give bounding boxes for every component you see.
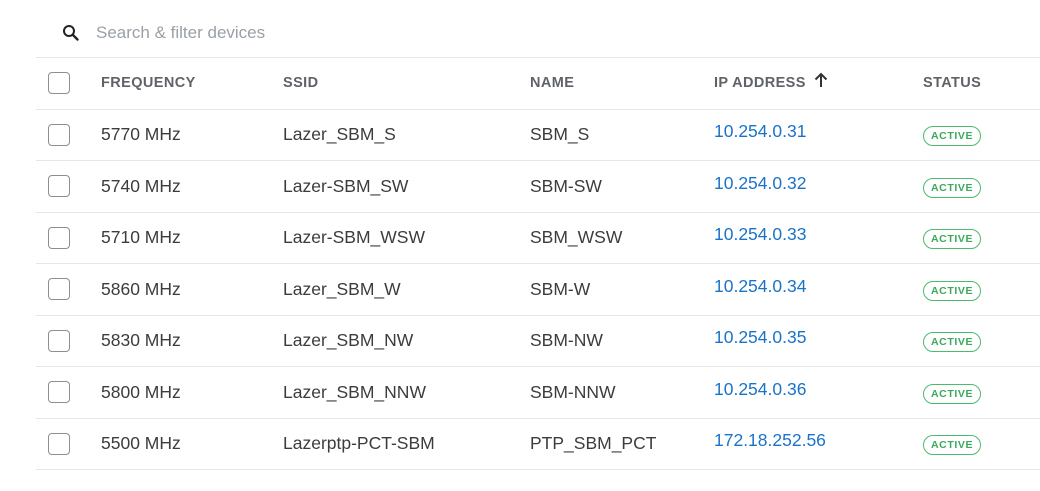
cell-name: SBM-NW: [530, 330, 603, 351]
select-all-checkbox[interactable]: [48, 72, 70, 95]
cell-ip: 10.254.0.33: [714, 212, 923, 264]
arrow-up-icon[interactable]: [814, 72, 828, 92]
cell-ssid: Lazer-SBM_WSW: [283, 227, 425, 248]
table-row[interactable]: 5800 MHz Lazer_SBM_NNW SBM-NNW 10.254.0.…: [36, 367, 1040, 419]
cell-frequency: 5710 MHz: [101, 227, 181, 248]
table-row[interactable]: 5710 MHz Lazer-SBM_WSW SBM_WSW 10.254.0.…: [36, 212, 1040, 264]
row-checkbox[interactable]: [48, 432, 70, 455]
table-row[interactable]: 5500 MHz Lazerptp-PCT-SBM PTP_SBM_PCT 17…: [36, 418, 1040, 470]
status-badge: ACTIVE: [923, 177, 982, 198]
header-status[interactable]: STATUS: [923, 58, 1040, 109]
table-row[interactable]: 5830 MHz Lazer_SBM_NW SBM-NW 10.254.0.35…: [36, 315, 1040, 367]
cell-name: PTP_SBM_PCT: [530, 433, 657, 454]
row-select-cell: [36, 109, 101, 161]
cell-name: SBM_WSW: [530, 227, 623, 248]
cell-frequency: 5500 MHz: [101, 433, 181, 454]
status-badge: ACTIVE: [923, 126, 982, 147]
cell-status: ACTIVE: [923, 418, 1040, 470]
cell-ip: 10.254.0.34: [714, 264, 923, 316]
cell-ip: 10.254.0.35: [714, 315, 923, 367]
row-select-cell: [36, 315, 101, 367]
status-badge: ACTIVE: [923, 383, 982, 404]
table-row[interactable]: 5740 MHz Lazer-SBM_SW SBM-SW 10.254.0.32…: [36, 161, 1040, 213]
cell-ip: 172.18.252.56: [714, 418, 923, 470]
row-select-cell: [36, 418, 101, 470]
status-badge: ACTIVE: [923, 280, 982, 301]
search-bar: [36, 8, 1040, 58]
cell-ssid: Lazer_SBM_NNW: [283, 381, 426, 402]
ip-link[interactable]: 10.254.0.34: [714, 276, 806, 296]
cell-name: SBM_S: [530, 124, 590, 145]
header-ssid[interactable]: SSID: [283, 58, 530, 109]
header-ip-address-label: IP ADDRESS: [714, 75, 806, 92]
row-select-cell: [36, 264, 101, 316]
table-row[interactable]: 5770 MHz Lazer_SBM_S SBM_S 10.254.0.31 A…: [36, 109, 1040, 161]
row-select-cell: [36, 367, 101, 419]
cell-status: ACTIVE: [923, 367, 1040, 419]
cell-ip: 10.254.0.36: [714, 367, 923, 419]
search-input[interactable]: [96, 22, 696, 43]
cell-frequency: 5860 MHz: [101, 278, 181, 299]
row-checkbox[interactable]: [48, 329, 70, 352]
table-header-row: FREQUENCY SSID NAME IP ADDRESS STATUS: [36, 58, 1040, 109]
cell-ip: 10.254.0.32: [714, 161, 923, 213]
header-ip-address[interactable]: IP ADDRESS: [714, 58, 923, 109]
cell-frequency: 5830 MHz: [101, 330, 181, 351]
cell-frequency: 5740 MHz: [101, 175, 181, 196]
cell-frequency: 5800 MHz: [101, 381, 181, 402]
row-checkbox[interactable]: [48, 175, 70, 198]
ip-link[interactable]: 10.254.0.36: [714, 379, 806, 399]
status-badge: ACTIVE: [923, 229, 982, 250]
cell-ip: 10.254.0.31: [714, 109, 923, 161]
cell-ssid: Lazer-SBM_SW: [283, 175, 409, 196]
row-checkbox[interactable]: [48, 278, 70, 301]
devices-table: FREQUENCY SSID NAME IP ADDRESS STATUS 57…: [36, 58, 1040, 470]
ip-link[interactable]: 10.254.0.31: [714, 121, 806, 141]
header-select-cell: [36, 58, 101, 109]
cell-status: ACTIVE: [923, 161, 1040, 213]
cell-status: ACTIVE: [923, 109, 1040, 161]
row-checkbox[interactable]: [48, 123, 70, 146]
header-name[interactable]: NAME: [530, 58, 714, 109]
cell-status: ACTIVE: [923, 212, 1040, 264]
cell-status: ACTIVE: [923, 264, 1040, 316]
table-row[interactable]: 5860 MHz Lazer_SBM_W SBM-W 10.254.0.34 A…: [36, 264, 1040, 316]
ip-link[interactable]: 10.254.0.32: [714, 173, 806, 193]
cell-ssid: Lazer_SBM_W: [283, 278, 401, 299]
cell-ssid: Lazer_SBM_NW: [283, 330, 414, 351]
cell-name: SBM-W: [530, 278, 591, 299]
row-checkbox[interactable]: [48, 226, 70, 249]
search-icon[interactable]: [60, 22, 82, 44]
ip-link[interactable]: 10.254.0.35: [714, 327, 806, 347]
row-checkbox[interactable]: [48, 381, 70, 404]
status-badge: ACTIVE: [923, 435, 982, 456]
header-frequency[interactable]: FREQUENCY: [101, 58, 283, 109]
cell-ssid: Lazer_SBM_S: [283, 124, 396, 145]
cell-frequency: 5770 MHz: [101, 124, 181, 145]
ip-link[interactable]: 10.254.0.33: [714, 224, 806, 244]
ip-link[interactable]: 172.18.252.56: [714, 430, 826, 450]
row-select-cell: [36, 161, 101, 213]
cell-ssid: Lazerptp-PCT-SBM: [283, 433, 435, 454]
cell-name: SBM-NNW: [530, 381, 616, 402]
cell-name: SBM-SW: [530, 175, 602, 196]
cell-status: ACTIVE: [923, 315, 1040, 367]
row-select-cell: [36, 212, 101, 264]
status-badge: ACTIVE: [923, 332, 982, 353]
